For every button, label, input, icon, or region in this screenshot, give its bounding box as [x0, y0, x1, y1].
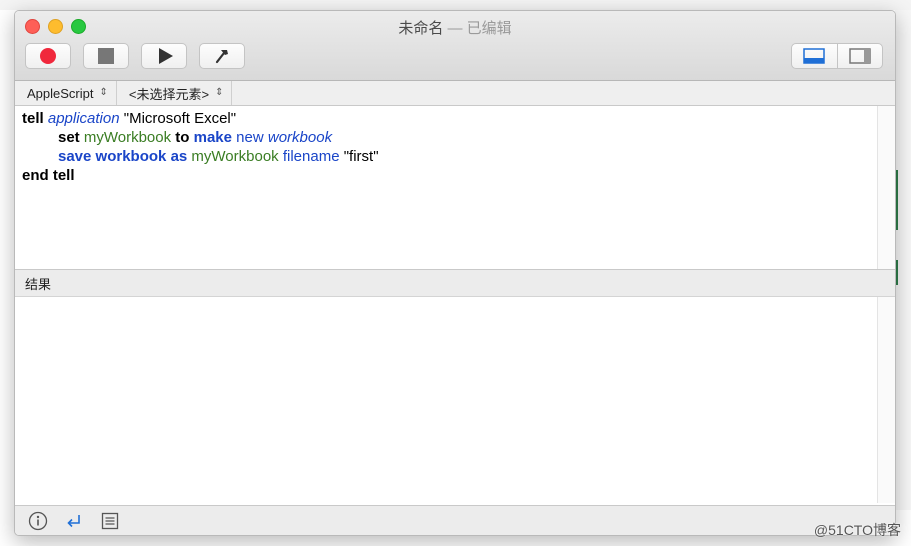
chevron-updown-icon: ⇕ — [99, 87, 108, 98]
view-toggle — [791, 43, 883, 69]
info-icon — [28, 511, 48, 530]
bottom-bar — [15, 505, 895, 535]
side-pane-icon — [849, 48, 871, 64]
record-button[interactable] — [25, 43, 71, 69]
bottom-pane-icon — [803, 48, 825, 64]
variable: myWorkbook — [191, 148, 279, 165]
chevron-updown-icon: ⇕ — [215, 87, 224, 98]
string-literal: "first" — [343, 148, 379, 165]
results-pane[interactable] — [15, 297, 895, 503]
background-strip — [0, 0, 911, 10]
title-bar: 未命名 — 已编辑 — [15, 11, 895, 81]
element-label: <未选择元素> — [128, 86, 210, 102]
class-name: application — [47, 110, 120, 127]
code-line: set myWorkbook to make new workbook — [22, 128, 895, 147]
element-popup[interactable]: <未选择元素> ⇕ — [117, 81, 233, 105]
code-line: tell application "Microsoft Excel" — [22, 109, 895, 128]
command: make — [193, 129, 232, 146]
record-icon — [40, 48, 56, 64]
script-editor[interactable]: tell application "Microsoft Excel" set m… — [15, 106, 895, 269]
document-name: 未命名 — [398, 20, 444, 37]
hammer-icon — [215, 50, 228, 64]
editor-scrollbar[interactable] — [877, 106, 895, 269]
stop-button[interactable] — [83, 43, 129, 69]
results-scrollbar[interactable] — [877, 297, 895, 503]
run-button[interactable] — [141, 43, 187, 69]
keyword: end tell — [22, 167, 75, 184]
command: save — [58, 148, 92, 165]
stop-icon — [98, 48, 114, 64]
parameter: filename — [282, 148, 340, 165]
description-button[interactable] — [27, 510, 49, 532]
return-arrow-icon — [67, 514, 80, 527]
language-popup[interactable]: AppleScript ⇕ — [15, 81, 117, 105]
class-name: workbook — [267, 129, 333, 146]
bottom-pane-toggle[interactable] — [792, 44, 837, 68]
watermark-text: @51CTO博客 — [813, 522, 901, 538]
edited-status: 已编辑 — [466, 20, 512, 37]
result-button[interactable] — [63, 510, 85, 532]
command: as — [170, 148, 188, 165]
keyword: tell — [22, 110, 44, 127]
results-label: 结果 — [25, 276, 52, 292]
command: workbook — [95, 148, 167, 165]
script-editor-window: 未命名 — 已编辑 AppleScript ⇕ <未选择元素> ⇕ tell a… — [14, 10, 896, 536]
variable: myWorkbook — [83, 129, 172, 146]
list-icon — [101, 512, 119, 529]
string-literal: "Microsoft Excel" — [123, 110, 237, 127]
title-separator: — — [443, 20, 467, 37]
window-title: 未命名 — 已编辑 — [15, 17, 895, 38]
play-icon — [158, 48, 173, 64]
results-header: 结果 — [15, 269, 895, 297]
code-line: end tell — [22, 166, 895, 185]
keyword: set — [58, 129, 80, 146]
code-line: save workbook as myWorkbook filename "fi… — [22, 147, 895, 166]
navigation-bar: AppleScript ⇕ <未选择元素> ⇕ — [15, 81, 895, 106]
keyword: to — [175, 129, 190, 146]
compile-button[interactable] — [199, 43, 245, 69]
side-pane-toggle[interactable] — [836, 44, 883, 68]
parameter: new — [236, 129, 264, 146]
log-button[interactable] — [99, 510, 121, 532]
background-app-edge — [895, 10, 911, 510]
language-label: AppleScript — [27, 85, 94, 101]
